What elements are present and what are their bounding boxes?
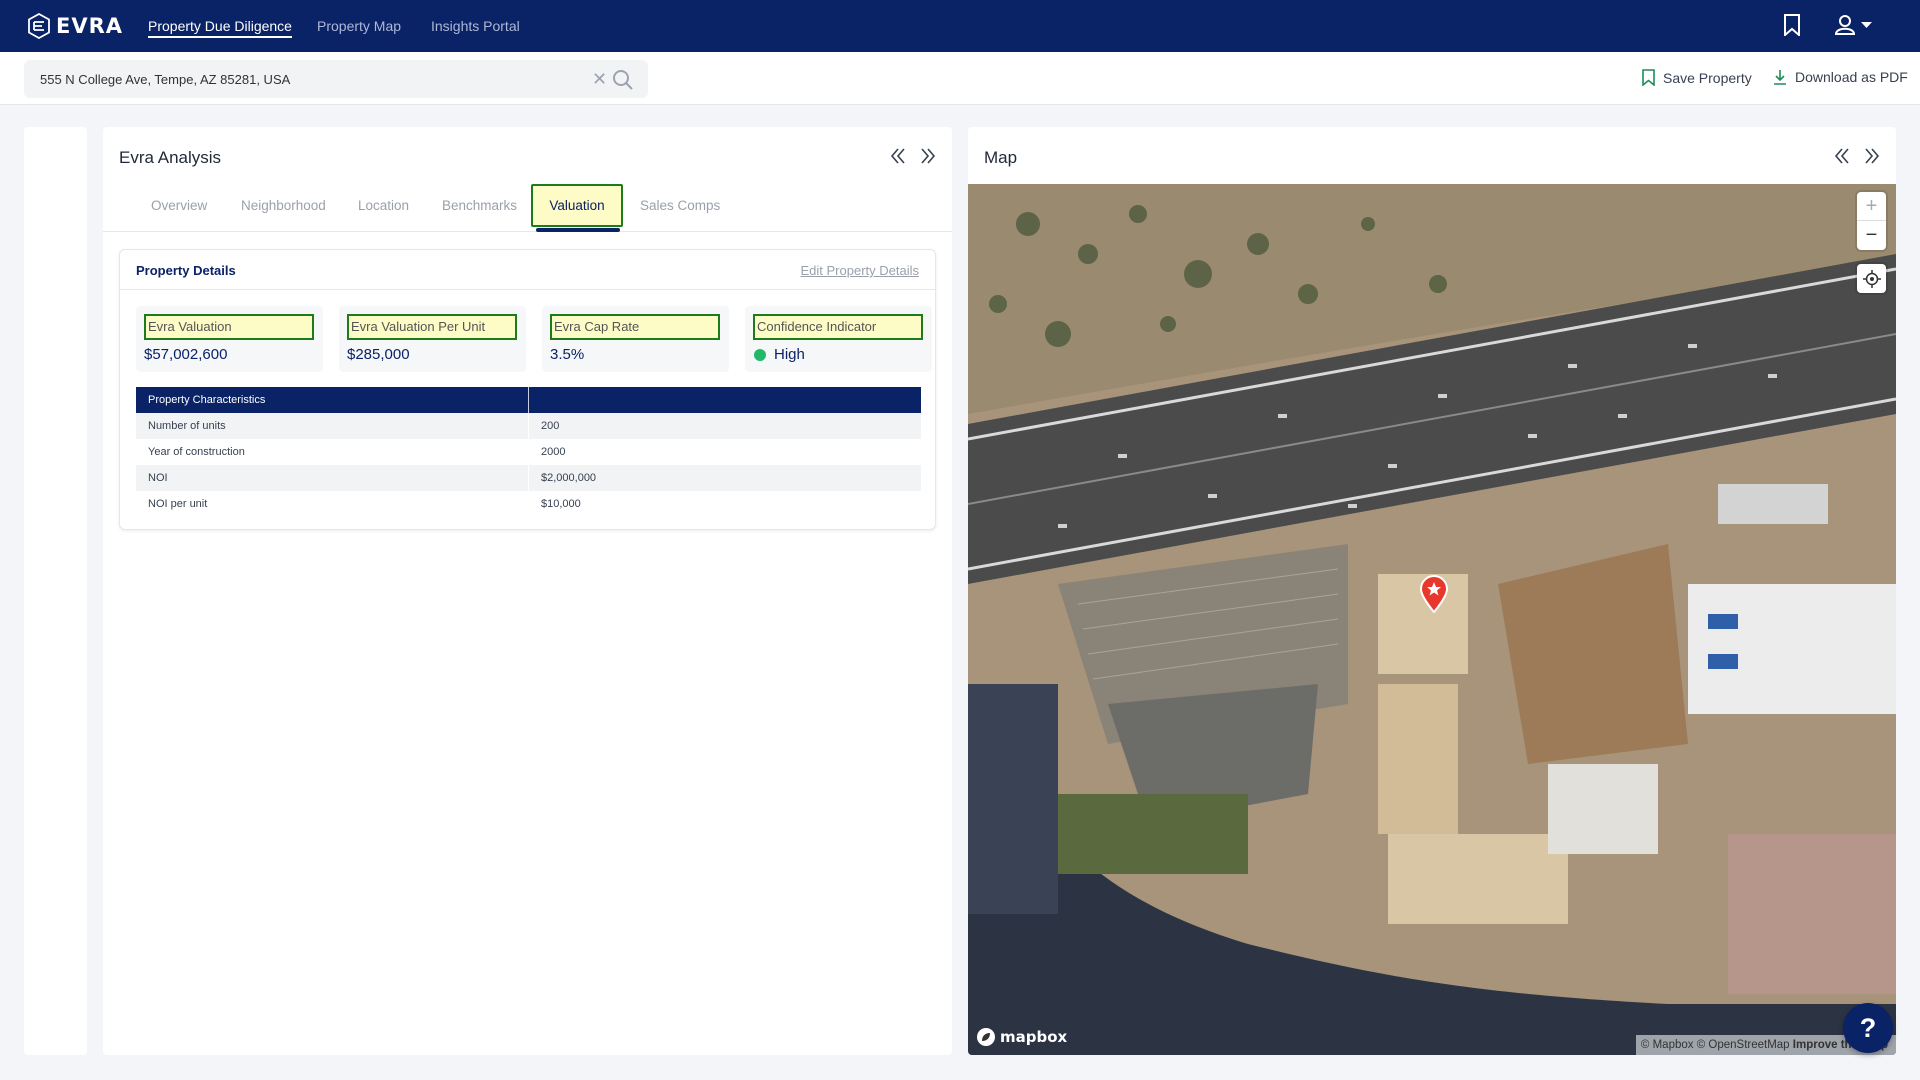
mapbox-logo[interactable]: mapbox [976, 1027, 1067, 1047]
nav-property-due-diligence[interactable]: Property Due Diligence [148, 18, 292, 38]
table-header: Property Characteristics [136, 387, 529, 413]
user-menu-icon[interactable] [1834, 14, 1876, 41]
map-panel: Map + − mapbox © Mapbox © OpenStreetMap … [968, 127, 1896, 1055]
table-row: Number of units 200 [136, 413, 921, 439]
tab-valuation[interactable]: Valuation [531, 184, 623, 227]
nav-property-map[interactable]: Property Map [317, 18, 401, 34]
tab-sales-comps[interactable]: Sales Comps [640, 198, 720, 213]
evra-logo[interactable]: EVRA [27, 13, 123, 39]
metric-value-text: $285,000 [347, 346, 410, 363]
bookmark-icon [1642, 69, 1655, 86]
panel-title: Evra Analysis [119, 148, 222, 167]
card-header: Property Details Edit Property Details [120, 250, 935, 290]
collapse-left-icon[interactable] [889, 147, 907, 170]
metric-value: $285,000 [347, 346, 410, 363]
card-title: Property Details [136, 263, 236, 278]
bookmark-icon[interactable] [1783, 14, 1801, 41]
map-panel-title: Map [984, 148, 1018, 167]
row-value: $2,000,000 [528, 465, 921, 491]
evra-analysis-panel: Evra Analysis Overview Neighborhood Loca… [103, 127, 952, 1055]
download-pdf-label: Download as PDF [1795, 69, 1908, 85]
tab-neighborhood[interactable]: Neighborhood [241, 198, 326, 213]
metric-value-text: $57,002,600 [144, 346, 228, 363]
expand-right-icon[interactable] [1863, 147, 1881, 170]
geolocate-button[interactable] [1857, 264, 1886, 293]
property-details-card: Property Details Edit Property Details E… [119, 249, 936, 530]
edit-property-details-link[interactable]: Edit Property Details [801, 263, 920, 278]
row-label: Number of units [136, 413, 529, 439]
active-tab-indicator [536, 228, 620, 232]
analysis-tabs: Overview Neighborhood Location Benchmark… [103, 184, 952, 232]
table-header-row: Property Characteristics [136, 387, 921, 413]
metric-confidence: Confidence Indicator High [745, 306, 932, 372]
zoom-in-button[interactable]: + [1857, 192, 1886, 221]
metric-label: Evra Valuation Per Unit [347, 314, 517, 340]
row-label: Year of construction [148, 446, 245, 458]
metric-value: 3.5% [550, 346, 584, 363]
clear-icon[interactable]: ✕ [592, 69, 607, 90]
property-pin-icon[interactable] [1419, 575, 1449, 613]
metric-value: $57,002,600 [144, 346, 227, 363]
metric-label: Evra Valuation [144, 314, 314, 340]
brand-name: EVRA [56, 14, 124, 38]
search-icon[interactable] [612, 69, 634, 96]
metric-label: Evra Cap Rate [550, 314, 720, 340]
metric-value-text: High [774, 346, 805, 363]
zoom-out-button[interactable]: − [1857, 221, 1886, 250]
row-value: $10,000 [528, 491, 921, 517]
property-characteristics-table: Property Characteristics Number of units… [136, 387, 921, 517]
collapse-left-icon[interactable] [1833, 147, 1851, 170]
satellite-map[interactable]: + − mapbox © Mapbox © OpenStreetMap Impr… [968, 184, 1896, 1055]
metric-cap-rate: Evra Cap Rate 3.5% [542, 306, 729, 372]
metric-value: High [753, 346, 805, 363]
address-search: ✕ [24, 60, 648, 98]
attrib-mapbox[interactable]: © Mapbox [1641, 1039, 1694, 1051]
row-value: 2000 [528, 439, 921, 465]
expand-right-icon[interactable] [919, 147, 937, 170]
help-button[interactable]: ? [1843, 1003, 1893, 1053]
row-label: NOI per unit [148, 498, 208, 510]
table-row: NOI $2,000,000 [136, 465, 921, 491]
tab-benchmarks[interactable]: Benchmarks [442, 198, 517, 213]
metric-value-text: 3.5% [550, 346, 585, 363]
crosshair-icon [1862, 269, 1881, 288]
mapbox-logo-icon [977, 1028, 995, 1046]
table-row: Year of construction 2000 [136, 439, 921, 465]
metric-valuation-per-unit: Evra Valuation Per Unit $285,000 [339, 306, 526, 372]
tab-location[interactable]: Location [358, 198, 409, 213]
evra-logo-icon [28, 13, 50, 39]
row-value: 200 [528, 413, 921, 439]
nav-insights-portal[interactable]: Insights Portal [431, 18, 520, 34]
download-pdf-button[interactable]: Download as PDF [1773, 69, 1908, 85]
zoom-control: + − [1857, 192, 1886, 250]
row-label: NOI [136, 465, 529, 491]
mapbox-logo-text: mapbox [1000, 1028, 1068, 1046]
table-header-empty [528, 387, 921, 413]
search-bar-row: ✕ Save Property Download as PDF [0, 52, 1920, 105]
download-icon [1774, 70, 1786, 85]
top-nav: EVRA Property Due Diligence Property Map… [0, 0, 1920, 52]
save-property-button[interactable]: Save Property [1642, 69, 1752, 86]
save-property-label: Save Property [1663, 69, 1752, 86]
attrib-osm[interactable]: © OpenStreetMap [1697, 1039, 1790, 1051]
left-rail [24, 127, 87, 1055]
address-search-input[interactable] [40, 60, 580, 98]
metric-evra-valuation: Evra Valuation $57,002,600 [136, 306, 323, 372]
geolocate-control [1857, 264, 1886, 293]
table-row: NOI per unit $10,000 [136, 491, 921, 517]
metric-label: Confidence Indicator [753, 314, 923, 340]
satellite-imagery [968, 184, 1896, 1055]
confidence-status-dot [754, 348, 766, 361]
tab-overview[interactable]: Overview [151, 198, 207, 213]
